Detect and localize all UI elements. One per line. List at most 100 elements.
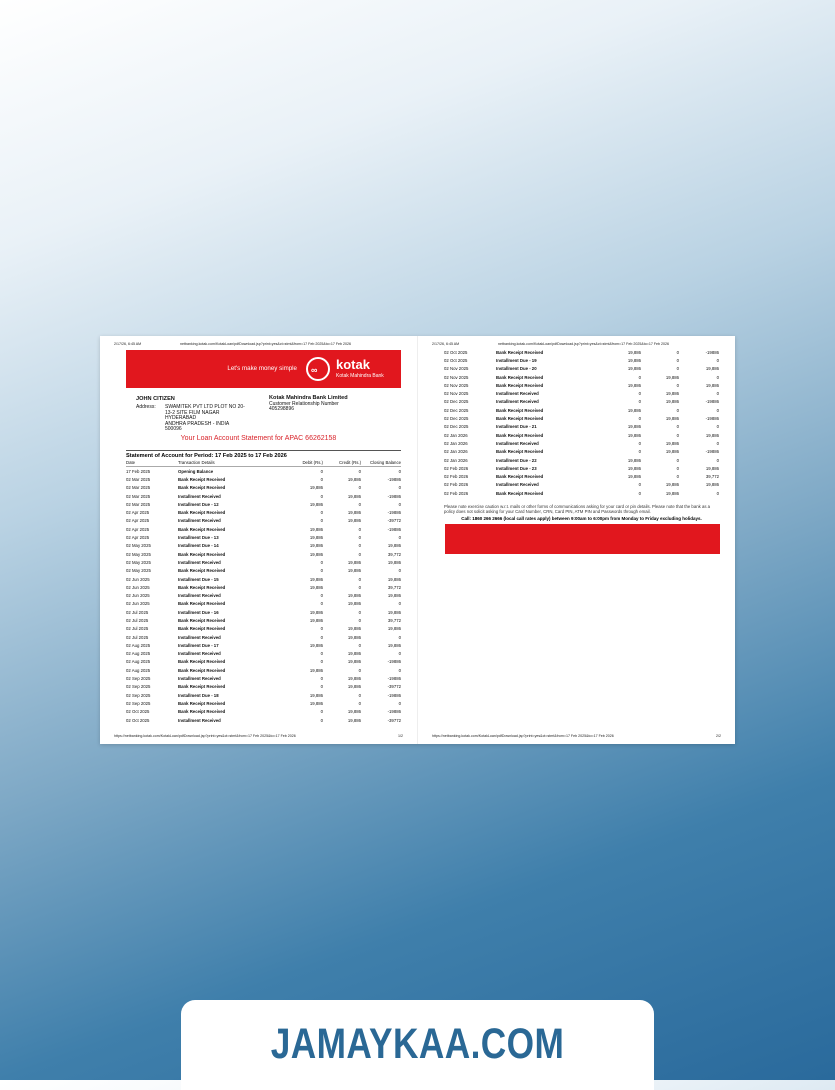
row-debit: 0 <box>638 391 641 397</box>
banner-brand: kotak <box>336 357 370 372</box>
table-row: 02 Dec 2025 Installment Received 0 19,886 -1… <box>444 398 719 406</box>
row-details: Bank Receipt Received <box>178 601 226 607</box>
row-details: Installment Received <box>178 559 221 565</box>
row-credit: 19,886 <box>347 593 361 599</box>
row-details: Installment Received <box>496 391 539 397</box>
security-notice: Please note exercise caution w.r.t. mail… <box>444 504 711 514</box>
row-credit: 0 <box>358 526 361 532</box>
row-date: 02 Apr 2025 <box>126 535 150 541</box>
table-row: 02 Mar 2025 Installment Due - 12 19,886 0 0 <box>126 500 401 508</box>
row-details: Installment Due - 21 <box>496 424 537 430</box>
col-debit: Debit (Rs.) <box>302 460 323 465</box>
row-details: Installment Due - 18 <box>178 692 219 698</box>
table-row: 17 Feb 2025 Opening Balance 0 0 0 <box>126 467 401 475</box>
row-credit: 0 <box>358 543 361 549</box>
row-credit: 0 <box>358 584 361 590</box>
row-debit: 19,886 <box>627 357 641 363</box>
row-credit: 19,886 <box>347 634 361 640</box>
row-details: Bank Receipt Received <box>496 374 544 380</box>
row-debit: 0 <box>320 626 323 632</box>
row-debit: 0 <box>320 651 323 657</box>
statement-period: Statement of Account for Period: 17 Feb … <box>126 450 401 459</box>
row-debit: 0 <box>638 482 641 488</box>
row-date: 02 Jun 2025 <box>126 593 150 599</box>
row-credit: 0 <box>358 501 361 507</box>
row-debit: 19,886 <box>627 424 641 430</box>
row-date: 02 Feb 2026 <box>444 482 469 488</box>
table-row: 02 Aug 2025 Bank Receipt Received 19,886 0 0 <box>126 666 401 674</box>
bank-block: Kotak Mahindra Bank Limited Customer Rel… <box>269 395 348 413</box>
row-details: Installment Due - 15 <box>178 576 219 582</box>
row-credit: 0 <box>358 468 361 474</box>
row-date: 02 May 2025 <box>126 543 151 549</box>
row-debit: 19,886 <box>309 526 323 532</box>
site-name: JAMAYKAA.COM <box>270 1020 565 1068</box>
period-label: Statement of Account for Period: <box>126 453 214 459</box>
customer-block: JOHN CITIZEN Address: SWAMITEK PVT LTD P… <box>136 396 245 433</box>
row-debit: 0 <box>638 399 641 405</box>
table-row: 02 Apr 2025 Bank Receipt Received 0 19,886 -… <box>126 508 401 516</box>
row-credit: 0 <box>676 366 679 372</box>
row-debit: 19,886 <box>309 535 323 541</box>
row-details: Installment Due - 22 <box>496 457 537 463</box>
row-debit: 19,886 <box>309 667 323 673</box>
row-date: 02 Jun 2025 <box>126 584 150 590</box>
row-date: 02 Apr 2025 <box>126 518 150 524</box>
row-credit: 0 <box>358 485 361 491</box>
row-details: Installment Due - 16 <box>178 609 219 615</box>
row-date: 02 Dec 2025 <box>444 424 469 430</box>
row-balance: 19,886 <box>705 482 719 488</box>
kotak-banner: Let's make money simple ∞ kotak Kotak Ma… <box>126 350 401 388</box>
table-row: 02 Feb 2026 Installment Received 0 19,886 19… <box>444 481 719 489</box>
row-date: 02 May 2025 <box>126 551 151 557</box>
row-date: 02 Jul 2025 <box>126 617 149 623</box>
row-credit: 0 <box>676 382 679 388</box>
table-row: 02 Sep 2025 Bank Receipt Received 19,886 0 0 <box>126 699 401 707</box>
row-balance: 0 <box>716 357 719 363</box>
row-credit: 19,886 <box>665 440 679 446</box>
row-details: Installment Received <box>496 440 539 446</box>
address-label: Address: <box>136 404 156 410</box>
row-details: Bank Receipt Received <box>178 709 226 715</box>
statement-page-2: 2/17/26, 6:45 AM netbanking.kotak.com/Ko… <box>417 336 735 744</box>
kotak-logo-icon: ∞ <box>306 357 330 381</box>
row-debit: 19,886 <box>627 407 641 413</box>
row-date: 02 Mar 2025 <box>126 501 151 507</box>
row-debit: 0 <box>320 510 323 516</box>
row-debit: 0 <box>638 449 641 455</box>
print-date: 2/17/26, 6:45 AM <box>114 342 142 346</box>
row-details: Installment Due - 14 <box>178 543 219 549</box>
row-debit: 19,886 <box>627 349 641 355</box>
row-debit: 0 <box>320 634 323 640</box>
col-details: Transaction Details <box>178 460 215 465</box>
row-details: Bank Receipt Received <box>496 416 544 422</box>
row-credit: 0 <box>676 474 679 480</box>
row-credit: 19,886 <box>665 449 679 455</box>
row-date: 02 Nov 2025 <box>444 391 469 397</box>
table-row: 02 Nov 2025 Bank Receipt Received 0 19,886 0 <box>444 373 719 381</box>
row-balance: -39772 <box>387 518 401 524</box>
row-balance: -19886 <box>387 493 401 499</box>
row-debit: 0 <box>320 709 323 715</box>
row-details: Bank Receipt Received <box>496 490 544 496</box>
row-credit: 0 <box>358 642 361 648</box>
row-date: 02 Sep 2025 <box>126 676 151 682</box>
table-row: 02 Jan 2026 Bank Receipt Received 0 19,886 -… <box>444 448 719 456</box>
table-row: 02 Aug 2025 Installment Received 0 19,886 0 <box>126 650 401 658</box>
row-details: Installment Received <box>496 399 539 405</box>
row-debit: 0 <box>320 476 323 482</box>
row-details: Bank Receipt Received <box>178 526 226 532</box>
row-balance: 0 <box>716 391 719 397</box>
row-details: Bank Receipt Received <box>178 617 226 623</box>
table-row: 02 May 2025 Installment Due - 14 19,886 0 19… <box>126 542 401 550</box>
row-date: 02 Feb 2026 <box>444 474 469 480</box>
row-balance: 19,886 <box>387 609 401 615</box>
row-balance: 0 <box>716 457 719 463</box>
row-debit: 19,886 <box>627 457 641 463</box>
row-credit: 19,886 <box>347 518 361 524</box>
row-date: 02 Jun 2025 <box>126 601 150 607</box>
row-credit: 0 <box>676 432 679 438</box>
row-balance: 0 <box>398 634 401 640</box>
row-balance: 0 <box>716 440 719 446</box>
print-date: 2/17/26, 6:45 AM <box>432 342 460 346</box>
